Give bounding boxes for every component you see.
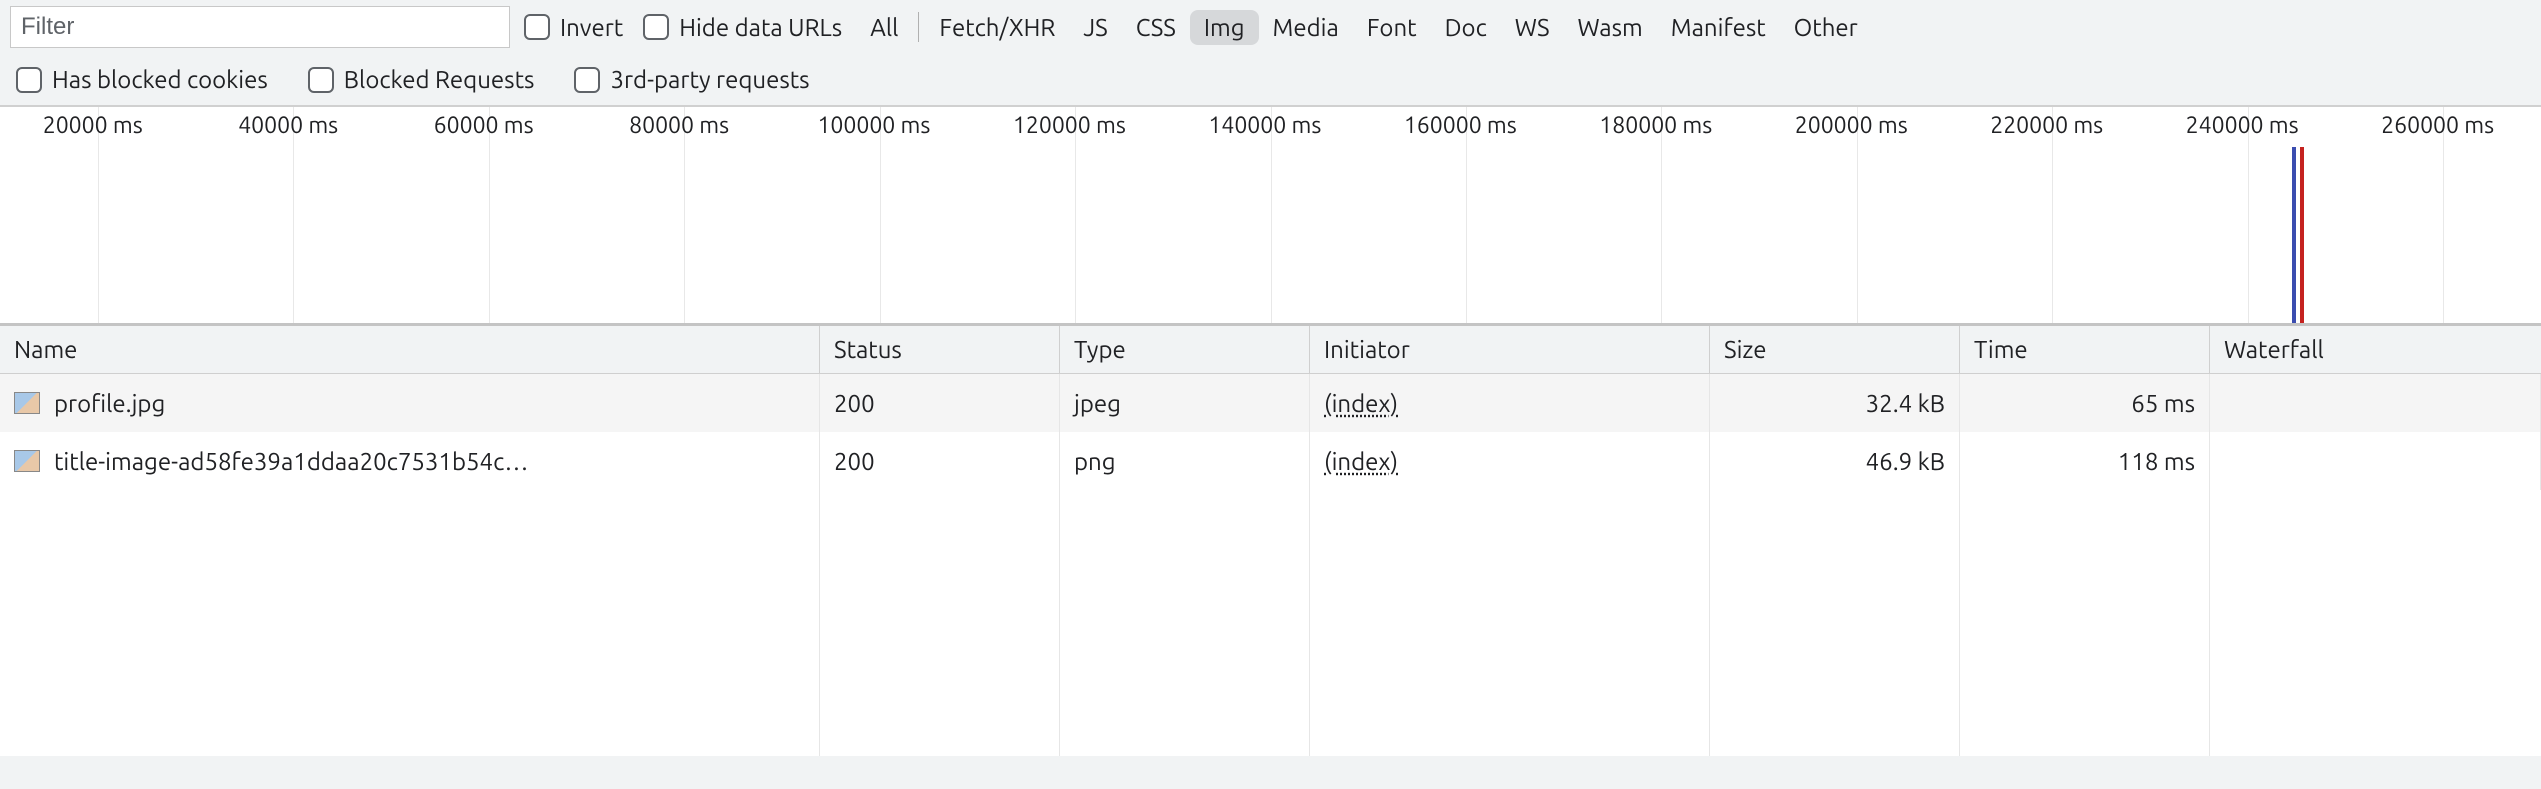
cell-size: 46.9 kB bbox=[1710, 432, 1960, 490]
type-filter-img[interactable]: Img bbox=[1190, 10, 1259, 45]
image-file-icon bbox=[14, 392, 40, 414]
timeline-tick bbox=[293, 107, 294, 323]
initiator-link[interactable]: (index) bbox=[1324, 448, 1398, 475]
cell-type: png bbox=[1060, 432, 1310, 490]
invert-checkbox[interactable]: Invert bbox=[518, 12, 629, 43]
checkbox-icon bbox=[524, 14, 550, 40]
timeline-tick bbox=[1466, 107, 1467, 323]
table-row[interactable]: profile.jpg 200jpeg (index) 32.4 kB65 ms bbox=[0, 374, 2541, 432]
checkbox-icon bbox=[16, 67, 42, 93]
network-table-header: Name Status Type Initiator Size Time Wat… bbox=[0, 326, 2541, 374]
type-filter-other[interactable]: Other bbox=[1780, 10, 1872, 45]
type-filter-fetchxhr[interactable]: Fetch/XHR bbox=[925, 10, 1069, 45]
cell-initiator: (index) bbox=[1310, 374, 1710, 432]
timeline-tick-label: 260000 ms bbox=[2381, 113, 2494, 138]
has-blocked-cookies-checkbox[interactable]: Has blocked cookies bbox=[10, 64, 274, 95]
filter-input[interactable] bbox=[10, 6, 510, 48]
timeline-tick bbox=[1271, 107, 1272, 323]
timeline-tick-label: 240000 ms bbox=[2186, 113, 2299, 138]
cell-time: 65 ms bbox=[1960, 374, 2210, 432]
third-party-label: 3rd-party requests bbox=[610, 66, 809, 93]
invert-label: Invert bbox=[560, 14, 623, 41]
column-header-time[interactable]: Time bbox=[1960, 326, 2210, 373]
table-row[interactable]: title-image-ad58fe39a1ddaa20c7531b54c… 20… bbox=[0, 432, 2541, 490]
type-filter-all[interactable]: All bbox=[856, 10, 912, 45]
divider-icon bbox=[918, 12, 919, 42]
cell-status: 200 bbox=[820, 374, 1060, 432]
timeline-tick-label: 60000 ms bbox=[434, 113, 534, 138]
cell-time: 118 ms bbox=[1960, 432, 2210, 490]
type-filter-js[interactable]: JS bbox=[1069, 10, 1121, 45]
network-table-body: profile.jpg200jpeg(index)32.4 kB65 mstit… bbox=[0, 374, 2541, 756]
timeline-tick-label: 160000 ms bbox=[1404, 113, 1517, 138]
timeline-tick-label: 140000 ms bbox=[1208, 113, 1321, 138]
timeline-tick bbox=[2443, 107, 2444, 323]
timeline-tick-label: 120000 ms bbox=[1013, 113, 1126, 138]
type-filter-bar: All Fetch/XHR JS CSS Img Media Font Doc … bbox=[856, 10, 1872, 45]
timeline-tick-label: 40000 ms bbox=[238, 113, 338, 138]
type-filter-manifest[interactable]: Manifest bbox=[1657, 10, 1780, 45]
timeline-tick bbox=[2052, 107, 2053, 323]
has-blocked-cookies-label: Has blocked cookies bbox=[52, 66, 268, 93]
initiator-link[interactable]: (index) bbox=[1324, 390, 1398, 417]
timeline-tick-label: 200000 ms bbox=[1795, 113, 1908, 138]
timeline-tick-label: 180000 ms bbox=[1599, 113, 1712, 138]
hide-data-urls-label: Hide data URLs bbox=[679, 14, 842, 41]
cell-status: 200 bbox=[820, 432, 1060, 490]
checkbox-icon bbox=[643, 14, 669, 40]
type-filter-wasm[interactable]: Wasm bbox=[1564, 10, 1657, 45]
timeline-tick bbox=[1857, 107, 1858, 323]
type-filter-doc[interactable]: Doc bbox=[1431, 10, 1501, 45]
toolbar-row-2: Has blocked cookies Blocked Requests 3rd… bbox=[10, 58, 2531, 103]
cell-initiator: (index) bbox=[1310, 432, 1710, 490]
timeline-overview[interactable]: 20000 ms 40000 ms 60000 ms 80000 ms 100000 m… bbox=[0, 106, 2541, 326]
hide-data-urls-checkbox[interactable]: Hide data URLs bbox=[637, 12, 848, 43]
timeline-tick bbox=[880, 107, 881, 323]
image-file-icon bbox=[14, 450, 40, 472]
blocked-requests-label: Blocked Requests bbox=[344, 66, 535, 93]
timeline-tick bbox=[489, 107, 490, 323]
column-header-initiator[interactable]: Initiator bbox=[1310, 326, 1710, 373]
timeline-tick-label: 80000 ms bbox=[629, 113, 729, 138]
type-filter-font[interactable]: Font bbox=[1353, 10, 1431, 45]
file-name: title-image-ad58fe39a1ddaa20c7531b54c… bbox=[54, 448, 528, 475]
timeline-tick-label: 20000 ms bbox=[43, 113, 143, 138]
checkbox-icon bbox=[574, 67, 600, 93]
cell-size: 32.4 kB bbox=[1710, 374, 1960, 432]
timeline-tick bbox=[1661, 107, 1662, 323]
timeline-marker bbox=[2300, 147, 2304, 323]
type-filter-ws[interactable]: WS bbox=[1501, 10, 1564, 45]
cell-name: profile.jpg bbox=[0, 374, 820, 432]
checkbox-icon bbox=[308, 67, 334, 93]
timeline-marker bbox=[2292, 147, 2296, 323]
timeline-tick bbox=[684, 107, 685, 323]
timeline-tick-label: 100000 ms bbox=[817, 113, 930, 138]
column-header-size[interactable]: Size bbox=[1710, 326, 1960, 373]
column-header-status[interactable]: Status bbox=[820, 326, 1060, 373]
file-name: profile.jpg bbox=[54, 390, 165, 417]
timeline-tick-label: 220000 ms bbox=[1990, 113, 2103, 138]
cell-waterfall bbox=[2210, 374, 2541, 432]
timeline-tick bbox=[1075, 107, 1076, 323]
type-filter-media[interactable]: Media bbox=[1259, 10, 1353, 45]
blocked-requests-checkbox[interactable]: Blocked Requests bbox=[302, 64, 541, 95]
timeline-tick bbox=[98, 107, 99, 323]
type-filter-css[interactable]: CSS bbox=[1122, 10, 1190, 45]
column-header-name[interactable]: Name bbox=[0, 326, 820, 373]
third-party-checkbox[interactable]: 3rd-party requests bbox=[568, 64, 815, 95]
column-header-type[interactable]: Type bbox=[1060, 326, 1310, 373]
timeline-tick bbox=[2248, 107, 2249, 323]
cell-waterfall bbox=[2210, 432, 2541, 490]
cell-name: title-image-ad58fe39a1ddaa20c7531b54c… bbox=[0, 432, 820, 490]
column-header-waterfall[interactable]: Waterfall bbox=[2210, 326, 2541, 373]
cell-type: jpeg bbox=[1060, 374, 1310, 432]
network-toolbar: Invert Hide data URLs All Fetch/XHR JS C… bbox=[0, 0, 2541, 106]
